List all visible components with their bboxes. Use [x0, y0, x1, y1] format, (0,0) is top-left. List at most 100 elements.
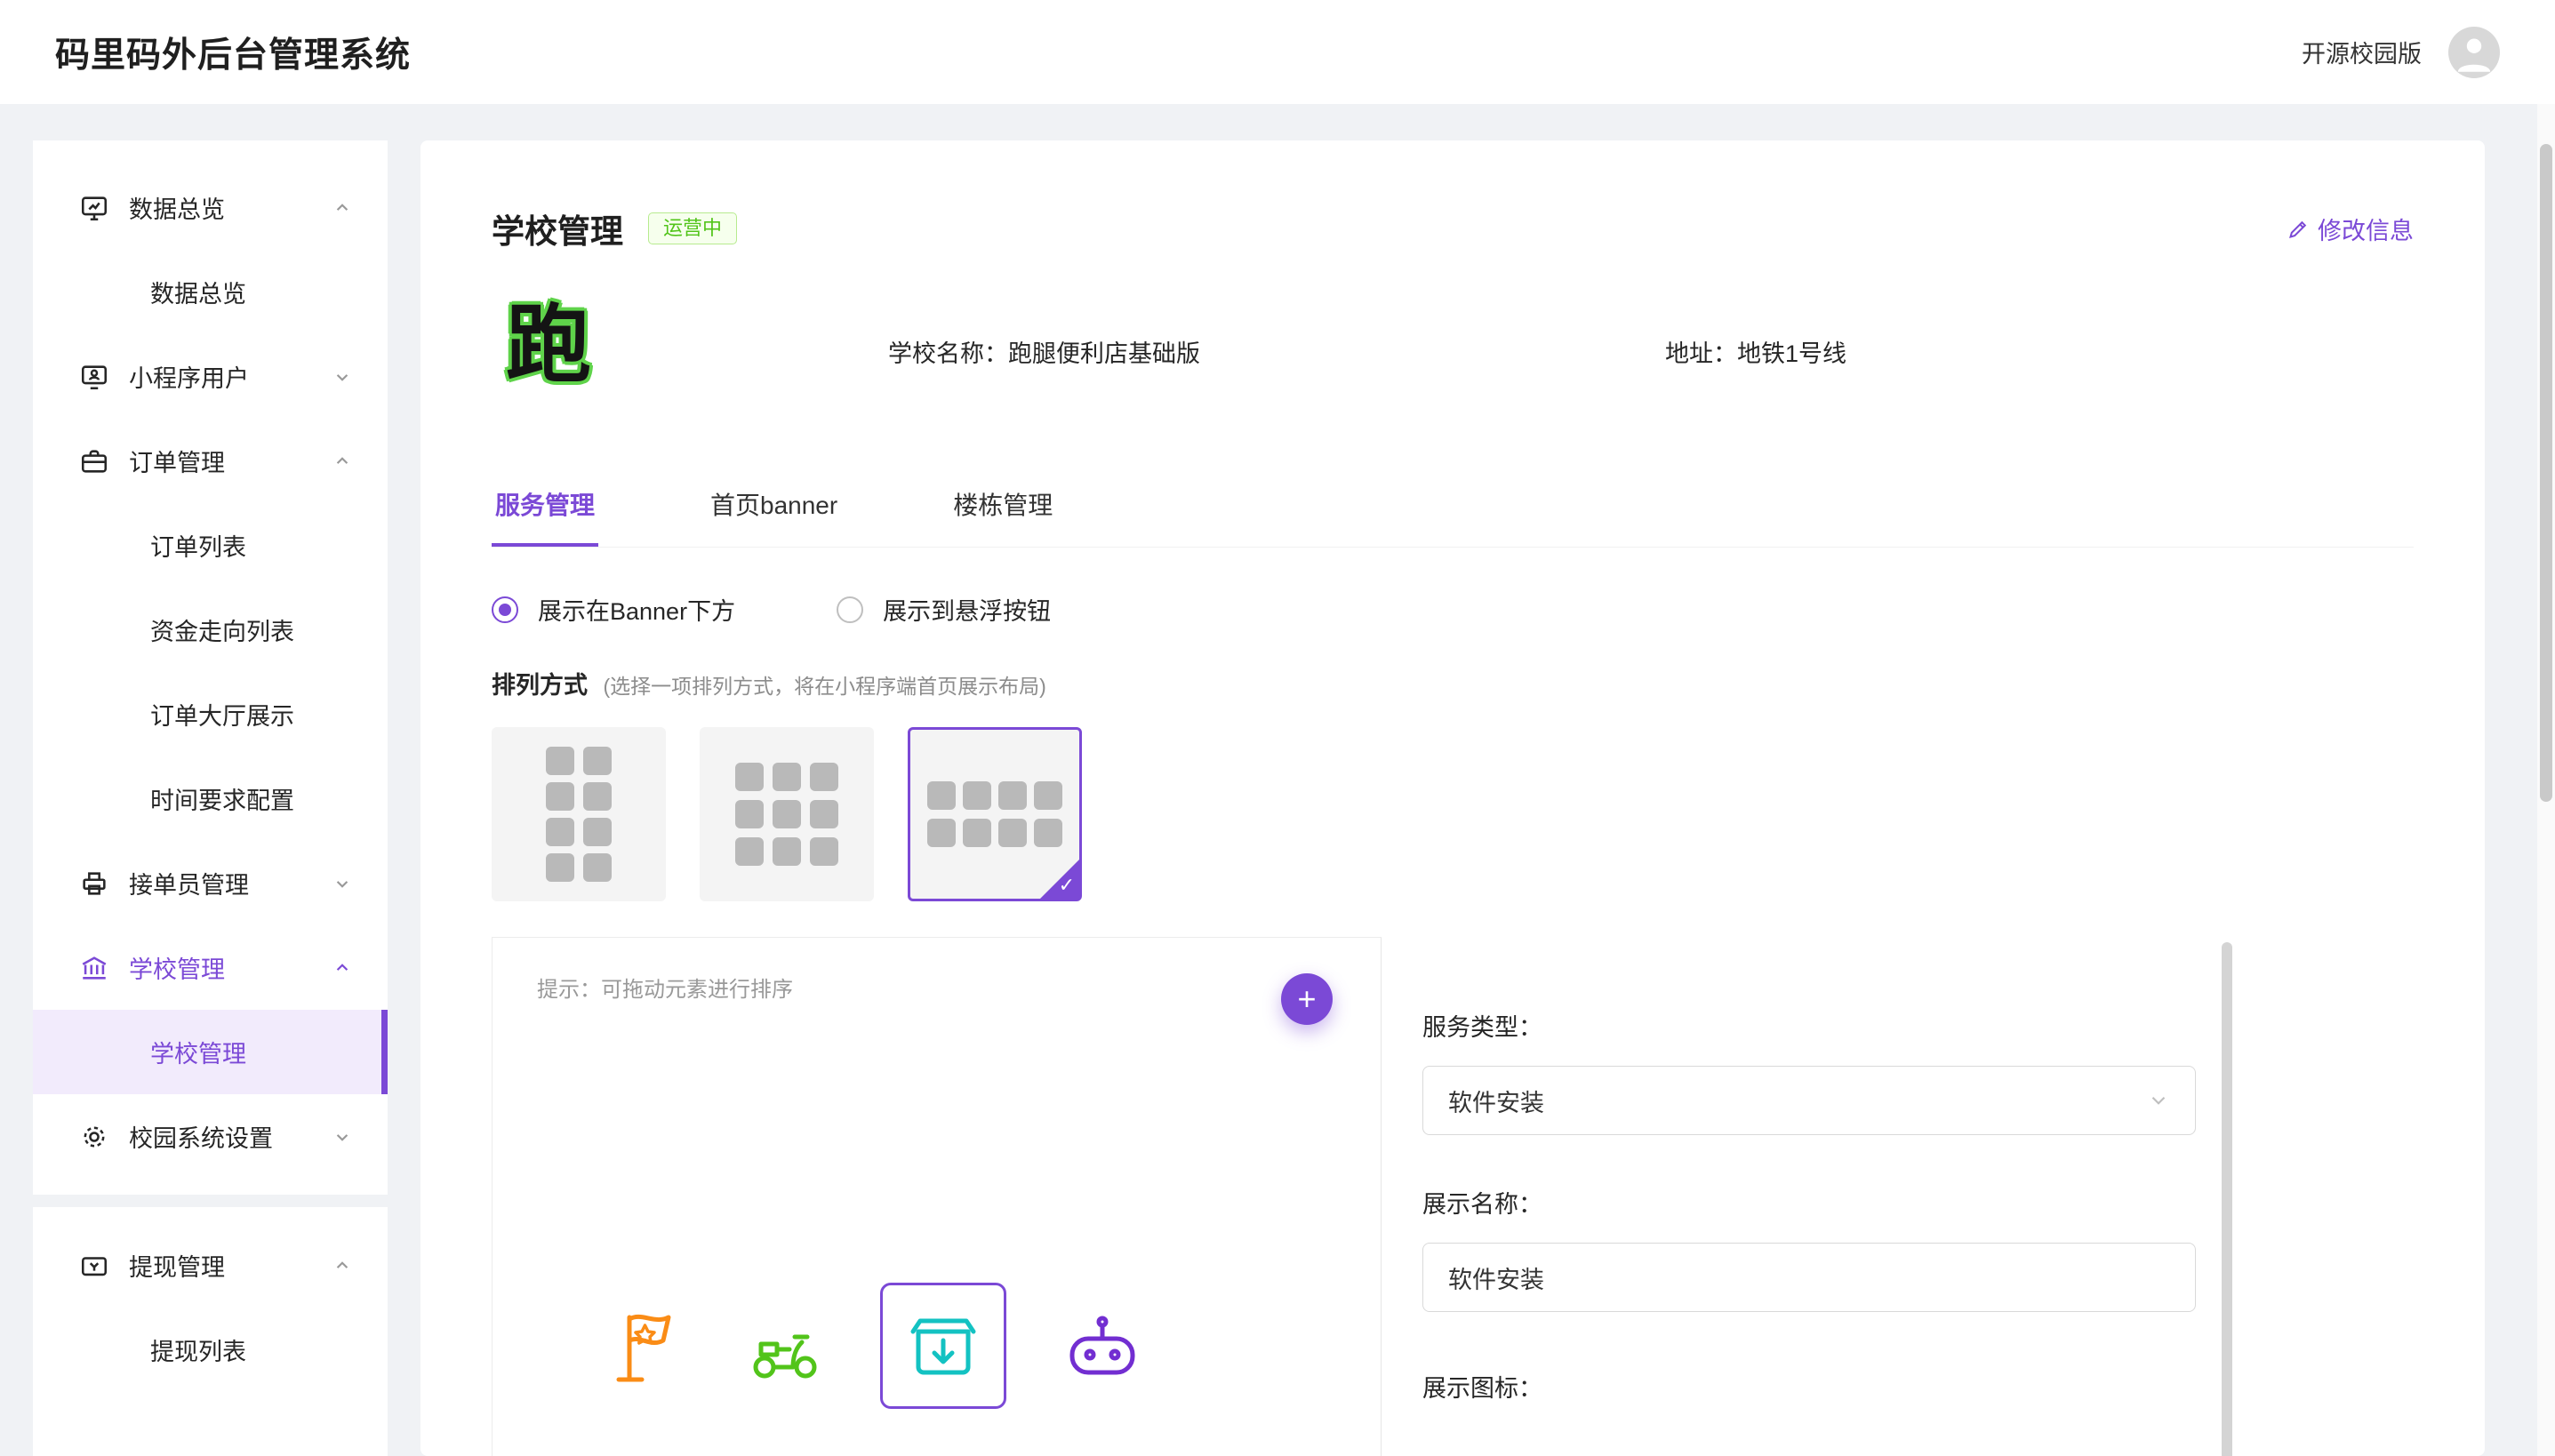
arrange-row: 排列方式 (选择一项排列方式，将在小程序端首页展示布局) — [492, 666, 2414, 700]
sidebar-subitem-time-requirement-config[interactable]: 时间要求配置 — [33, 756, 388, 841]
radio-banner-below-label: 展示在Banner下方 — [538, 592, 735, 627]
sidebar-item-label: 接单员管理 — [129, 866, 249, 900]
sidebar-item-label: 提现管理 — [129, 1248, 225, 1283]
arrange-label: 排列方式 — [492, 672, 588, 699]
layout-option-3col[interactable] — [700, 727, 874, 901]
form-scrollbar-thumb[interactable] — [2222, 942, 2232, 1456]
school-info-row: 跑 学校名称：跑腿便利店基础版 地址：地铁1号线 — [492, 270, 2414, 461]
package-icon — [902, 1305, 984, 1387]
sidebar-item-mini-program-users[interactable]: 小程序用户 — [33, 334, 388, 419]
avatar[interactable] — [2448, 27, 2500, 78]
page-title: 学校管理 — [492, 204, 623, 252]
service-icon-flag[interactable] — [606, 1305, 688, 1387]
service-management-pane: 展示在Banner下方 展示到悬浮按钮 排列方式 (选择一项排列方式，将在小程序… — [492, 548, 2414, 1456]
service-type-select[interactable]: 软件安装 — [1422, 1066, 2196, 1135]
order-management-icon — [79, 446, 109, 476]
chevron-down-icon — [2147, 1089, 2170, 1112]
chevron-down-icon — [331, 1125, 354, 1148]
layout-option-4col[interactable]: ✓ — [908, 727, 1082, 901]
tab-home-banner[interactable]: 首页banner — [707, 465, 841, 547]
tab-bar: 服务管理 首页banner 楼栋管理 — [492, 465, 2414, 548]
sidebar-item-school-management[interactable]: 学校管理 — [33, 925, 388, 1010]
display-icon-label: 展示图标： — [1422, 1369, 2222, 1404]
radio-floating-button-label: 展示到悬浮按钮 — [883, 592, 1051, 627]
sidebar-item-order-taker-management[interactable]: 接单员管理 — [33, 841, 388, 925]
chevron-up-icon — [331, 196, 354, 220]
layout-2col-grid — [546, 747, 612, 882]
edit-info-link[interactable]: 修改信息 — [2287, 212, 2414, 246]
arrange-note: (选择一项排列方式，将在小程序端首页展示布局) — [604, 675, 1046, 698]
sidebar-item-label: 校园系统设置 — [129, 1119, 273, 1154]
gamepad-icon — [1061, 1305, 1143, 1387]
mini-program-users-icon — [79, 362, 109, 392]
service-icon-gamepad[interactable] — [1061, 1305, 1143, 1387]
settings-icon — [79, 1122, 109, 1152]
display-position-radio-group: 展示在Banner下方 展示到悬浮按钮 — [492, 592, 2414, 627]
sidebar-item-data-overview[interactable]: 数据总览 — [33, 165, 388, 250]
sidebar-item-label: 小程序用户 — [129, 359, 249, 394]
sidebar-subitem-order-list[interactable]: 订单列表 — [33, 503, 388, 588]
sidebar-item-order-management[interactable]: 订单管理 — [33, 419, 388, 503]
school-address-text: 地址：地铁1号线 — [1665, 334, 1846, 369]
user-icon — [2448, 27, 2500, 78]
service-icon-package-selected[interactable] — [880, 1283, 1006, 1409]
chevron-down-icon — [331, 365, 354, 388]
display-name-label: 展示名称： — [1422, 1185, 2222, 1220]
sidebar-item-campus-system-settings[interactable]: 校园系统设置 — [33, 1094, 388, 1179]
sidebar-divider — [33, 1195, 388, 1207]
drag-hint-text: 提示：可拖动元素进行排序 — [537, 972, 793, 1003]
sidebar-subitem-withdraw-list[interactable]: 提现列表 — [33, 1308, 388, 1392]
display-name-input[interactable] — [1422, 1243, 2196, 1312]
layout-option-2col[interactable] — [492, 727, 666, 901]
sidebar: 数据总览 数据总览 小程序用户 订单管理 订单列表 资金走向列表 订单大厅展示 … — [33, 140, 388, 1456]
sidebar-item-label: 数据总览 — [129, 190, 225, 225]
layout-options: ✓ — [492, 727, 2414, 901]
radio-floating-button[interactable] — [837, 596, 863, 623]
service-type-value: 软件安装 — [1448, 1084, 1544, 1118]
sidebar-subitem-order-hall-display[interactable]: 订单大厅展示 — [33, 672, 388, 756]
order-taker-icon — [79, 868, 109, 899]
service-type-label: 服务类型： — [1422, 1008, 2222, 1043]
edit-icon — [2287, 217, 2311, 241]
service-editor-panel: 提示：可拖动元素进行排序 + — [492, 937, 2414, 1456]
sidebar-subitem-label: 订单列表 — [150, 528, 246, 563]
radio-banner-below[interactable] — [492, 596, 518, 623]
tab-service-management[interactable]: 服务管理 — [492, 465, 598, 547]
add-service-button[interactable]: + — [1281, 973, 1333, 1025]
sidebar-subitem-data-overview[interactable]: 数据总览 — [33, 250, 388, 334]
flag-icon — [606, 1305, 688, 1387]
app-header: 码里码外后台管理系统 开源校园版 — [0, 0, 2555, 104]
page-scrollbar-thumb[interactable] — [2540, 144, 2552, 802]
school-logo: 跑 — [506, 276, 591, 399]
edit-info-label: 修改信息 — [2318, 212, 2414, 246]
sidebar-subitem-fund-flow-list[interactable]: 资金走向列表 — [33, 588, 388, 672]
sidebar-item-withdraw-management[interactable]: 提现管理 — [33, 1223, 388, 1308]
sidebar-subitem-label: 提现列表 — [150, 1332, 246, 1367]
layout-3col-grid — [735, 763, 838, 866]
sidebar-item-label: 学校管理 — [129, 950, 225, 985]
tab-building-management[interactable]: 楼栋管理 — [949, 465, 1056, 547]
service-form: 服务类型： 软件安装 展示名称： 展示图标： — [1382, 937, 2222, 1456]
sidebar-subitem-label: 学校管理 — [150, 1035, 246, 1069]
status-badge: 运营中 — [648, 212, 737, 244]
withdraw-icon — [79, 1251, 109, 1281]
page-title-row: 学校管理 运营中 修改信息 — [492, 204, 2414, 252]
service-icon-scooter[interactable] — [743, 1305, 825, 1387]
main-content-card: 学校管理 运营中 修改信息 跑 学校名称：跑腿便利店基础版 地址：地铁1号线 服… — [420, 140, 2485, 1456]
service-icons-row — [606, 1283, 1143, 1409]
layout-4col-grid — [927, 781, 1062, 847]
chevron-down-icon — [331, 872, 354, 895]
app-title: 码里码外后台管理系统 — [55, 28, 411, 77]
sidebar-subitem-label: 数据总览 — [150, 275, 246, 309]
scooter-icon — [743, 1305, 825, 1387]
school-name-text: 学校名称：跑腿便利店基础版 — [888, 334, 1200, 369]
sidebar-item-label: 订单管理 — [129, 444, 225, 478]
chevron-up-icon — [331, 956, 354, 980]
header-right: 开源校园版 — [2302, 27, 2500, 78]
school-icon — [79, 953, 109, 983]
service-sort-panel: 提示：可拖动元素进行排序 + — [492, 937, 1382, 1456]
selected-check-icon: ✓ — [1059, 874, 1075, 897]
chevron-up-icon — [331, 1254, 354, 1277]
chevron-up-icon — [331, 450, 354, 473]
sidebar-subitem-school-management[interactable]: 学校管理 — [33, 1010, 388, 1094]
